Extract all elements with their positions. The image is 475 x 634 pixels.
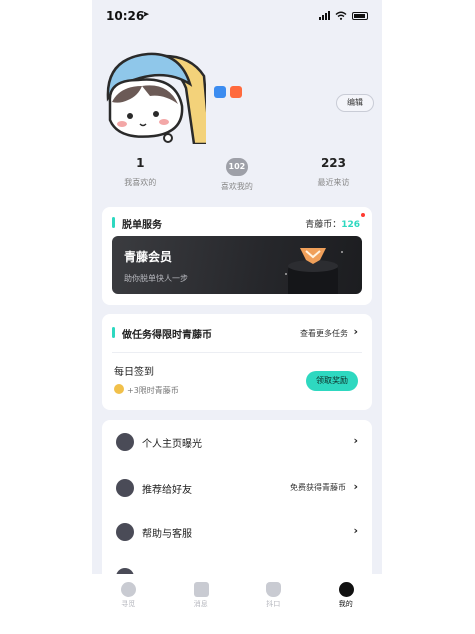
chevron-right-icon: › <box>353 434 358 447</box>
coin-value: 126 <box>341 220 360 230</box>
status-time: 10:26 <box>106 9 145 23</box>
stat-liked[interactable]: 1 我喜欢的 <box>92 154 189 192</box>
tab-profile[interactable]: 我的 <box>310 574 383 634</box>
stat-visitors-value: 223 <box>320 156 347 170</box>
service-card: 脱单服务 青藤币：126 青藤会员 助你脱单快人一步 <box>102 207 372 305</box>
checkin-reward: +3限时青藤币 <box>127 386 179 395</box>
location-arrow-icon: ➤ <box>142 10 150 20</box>
wifi-icon <box>335 11 347 20</box>
task-title: 做任务得限时青藤币 <box>122 330 212 341</box>
menu-item-help[interactable]: 帮助与客服 › <box>102 510 372 554</box>
tab-label: 抖口 <box>266 600 281 608</box>
phone-screen: 10:26 ➤ 编辑 1 我喜欢的 102 喜欢我的 223 最近来访 脱单服务… <box>92 0 382 634</box>
stat-likes-me-label: 喜欢我的 <box>220 182 253 191</box>
tab-discover[interactable]: 寻觅 <box>92 574 165 634</box>
menu-item-recommend-friend[interactable]: 推荐给好友 免费获得青藤币 › <box>102 466 372 510</box>
menu-card: 个人主页曝光 › 推荐给好友 免费获得青藤币 › 帮助与客服 › <box>102 420 372 590</box>
stat-visitors-label: 最近来访 <box>317 178 350 187</box>
status-bar: 10:26 ➤ <box>92 0 382 34</box>
avatar[interactable] <box>98 48 206 144</box>
checkin-title: 每日签到 <box>114 367 154 378</box>
gift-icon <box>230 86 242 98</box>
badge-row <box>214 86 242 98</box>
tab-label: 消息 <box>193 600 208 608</box>
menu-item-label: 推荐给好友 <box>142 485 192 496</box>
task-card: 做任务得限时青藤币 查看更多任务 › 每日签到 +3限时青藤币 领取奖励 <box>102 314 372 410</box>
message-icon <box>193 582 209 597</box>
coin-label: 青藤币： <box>305 220 342 230</box>
tab-dynamic[interactable]: 抖口 <box>237 574 310 634</box>
stat-likes-me-value: 102 <box>225 158 248 176</box>
section-accent-bar <box>112 217 115 228</box>
menu-item-hint: 免费获得青藤币 <box>290 483 346 492</box>
stat-liked-value: 1 <box>136 156 145 170</box>
discover-icon <box>121 582 136 597</box>
thumbs-up-icon <box>116 479 134 497</box>
menu-item-label: 个人主页曝光 <box>142 439 202 450</box>
vip-title: 青藤会员 <box>124 250 173 264</box>
stats-row: 1 我喜欢的 102 喜欢我的 223 最近来访 <box>92 154 382 192</box>
stat-likes-me[interactable]: 102 喜欢我的 <box>189 154 286 192</box>
section-accent-bar <box>112 327 115 338</box>
coin-icon <box>114 384 124 394</box>
coin-balance[interactable]: 青藤币：126 <box>305 217 360 230</box>
vip-banner[interactable]: 青藤会员 助你脱单快人一步 <box>112 236 362 294</box>
edit-profile-button[interactable]: 编辑 <box>336 94 374 112</box>
chevron-right-icon: › <box>353 524 358 537</box>
tab-label: 寻觅 <box>121 600 136 608</box>
profile-icon <box>338 582 354 597</box>
menu-item-profile-exposure[interactable]: 个人主页曝光 › <box>102 420 372 464</box>
claim-reward-button[interactable]: 领取奖励 <box>306 371 358 391</box>
tab-label: 我的 <box>338 600 353 608</box>
divider <box>112 352 362 353</box>
notification-dot <box>361 213 365 217</box>
stat-visitors[interactable]: 223 最近来访 <box>285 154 382 192</box>
menu-item-label: 帮助与客服 <box>142 529 192 540</box>
tab-messages[interactable]: 消息 <box>165 574 238 634</box>
bottom-tab-bar: 寻觅 消息 抖口 我的 <box>92 574 382 634</box>
headset-icon <box>116 523 134 541</box>
chevron-right-icon: › <box>353 480 358 493</box>
signal-icon <box>319 11 330 20</box>
verified-shield-icon <box>214 86 226 98</box>
battery-icon <box>352 11 368 20</box>
stat-liked-label: 我喜欢的 <box>124 178 157 187</box>
vip-diamond-icon <box>285 248 343 294</box>
dynamic-icon <box>266 582 281 597</box>
exposure-icon <box>116 433 134 451</box>
vip-subtitle: 助你脱单快人一步 <box>124 274 188 283</box>
service-title: 脱单服务 <box>122 220 162 231</box>
chevron-right-icon[interactable]: › <box>353 325 358 338</box>
more-tasks-link[interactable]: 查看更多任务 <box>300 328 348 339</box>
